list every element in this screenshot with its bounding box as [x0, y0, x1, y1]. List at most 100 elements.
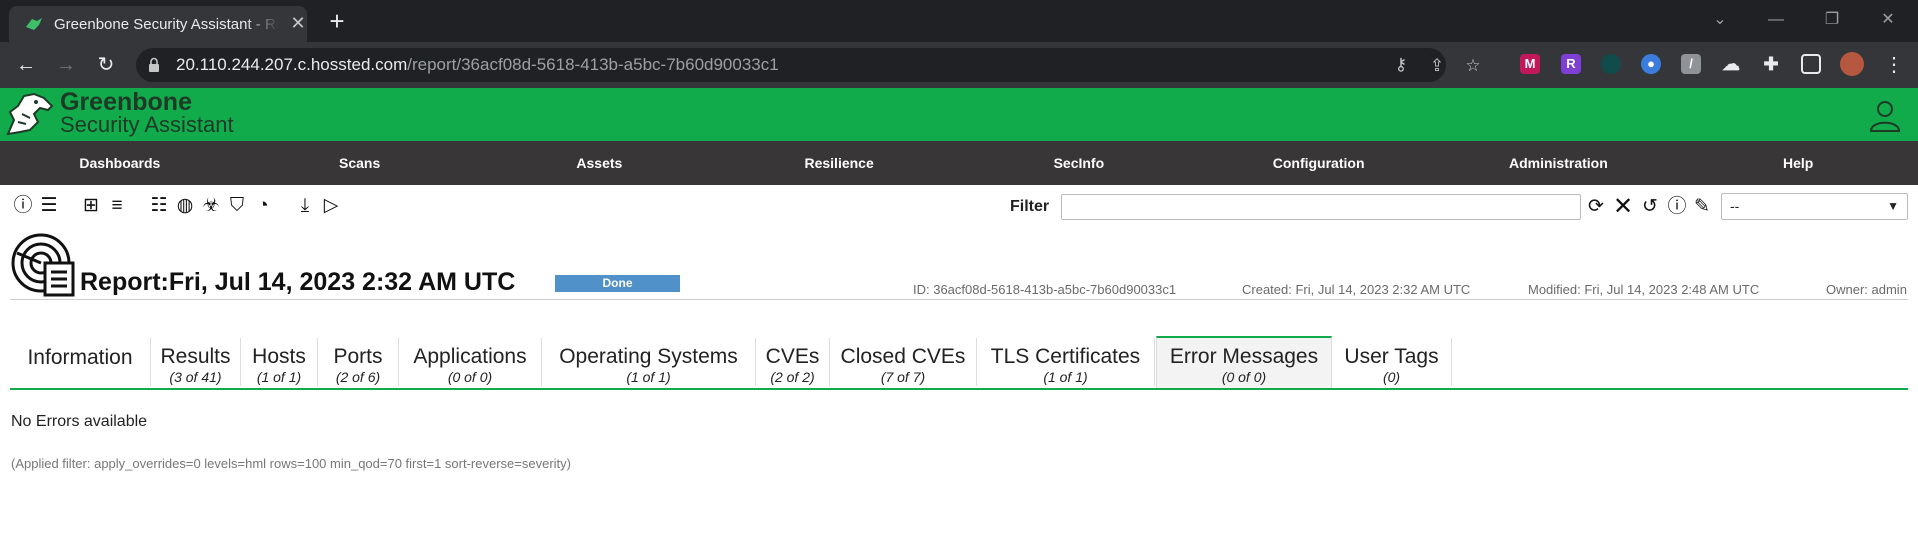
filter-input[interactable]: [1061, 194, 1581, 220]
browser-toolbar: ← → ↻ 20.110.244.207.c.hossted.com/repor…: [0, 42, 1918, 88]
back-button[interactable]: ←: [12, 51, 40, 79]
greenbone-logo-icon[interactable]: [4, 90, 56, 138]
refresh-filter-icon[interactable]: ⟳: [1584, 195, 1608, 219]
key-icon[interactable]: ⚷: [1390, 54, 1412, 76]
extensions-puzzle-icon[interactable]: ✚: [1761, 54, 1781, 74]
report-modified: Modified: Fri, Jul 14, 2023 2:48 AM UTC: [1528, 282, 1760, 297]
filter-help-icon[interactable]: ⓘ: [1665, 195, 1689, 219]
tab-label: CVEs: [765, 345, 820, 368]
nav-resilience[interactable]: Resilience: [719, 141, 959, 185]
download-icon[interactable]: ⤓: [293, 194, 317, 218]
tab-closed-cves[interactable]: Closed CVEs (7 of 7): [830, 338, 977, 386]
extension-r-icon[interactable]: R: [1561, 54, 1581, 74]
extension-gmail-icon[interactable]: M: [1520, 54, 1540, 74]
close-tab-icon[interactable]: ✕: [287, 12, 309, 34]
tab-label: Operating Systems: [559, 345, 738, 368]
minimize-button[interactable]: —: [1756, 8, 1796, 32]
tab-label: Applications: [413, 345, 527, 368]
empty-message: No Errors available: [11, 413, 148, 430]
tab-count: (1 of 1): [1043, 369, 1088, 385]
tab-hosts[interactable]: Hosts (1 of 1): [241, 338, 318, 386]
results-icon[interactable]: ◍: [173, 194, 197, 218]
close-window-button[interactable]: ✕: [1868, 8, 1908, 32]
user-icon[interactable]: [1868, 98, 1902, 132]
reload-button[interactable]: ↻: [92, 51, 120, 79]
nav-dashboards[interactable]: Dashboards: [0, 141, 240, 185]
tab-information[interactable]: Information: [10, 338, 151, 386]
tab-search-icon[interactable]: ⌄: [1700, 8, 1740, 32]
tab-count: (0 of 0): [447, 369, 493, 385]
report-id: ID: 36acf08d-5618-413b-a5bc-7b60d90033c1: [913, 282, 1177, 297]
tls-certificates-icon[interactable]: ⛉: [225, 194, 249, 218]
tab-label: Error Messages: [1169, 345, 1319, 368]
extension-tool-icon[interactable]: /: [1681, 54, 1701, 74]
tab-operating-systems[interactable]: Operating Systems (1 of 1): [542, 338, 756, 386]
reports-list-icon[interactable]: ☰: [37, 194, 61, 218]
tab-results[interactable]: Results (3 of 41): [151, 338, 241, 386]
nav-assets[interactable]: Assets: [480, 141, 720, 185]
new-tab-button[interactable]: +: [322, 6, 352, 36]
share-icon[interactable]: ⇪: [1426, 55, 1448, 77]
extension-circle-icon[interactable]: [1601, 54, 1621, 74]
report-toolbar: ⓘ ☰ ⊞ ≡ ☷ ◍ ☣ ⛉ ◔ ⤓ ▷: [11, 193, 345, 219]
tab-label: Hosts: [252, 345, 306, 368]
tab-label: Information: [27, 346, 133, 369]
vulnerabilities-icon[interactable]: ☣: [199, 194, 223, 218]
report-tabs: Information Results (3 of 41) Hosts (1 o…: [10, 336, 1908, 390]
nav-secinfo[interactable]: SecInfo: [959, 141, 1199, 185]
browser-tabbar: Greenbone Security Assistant - Report ✕ …: [0, 0, 1918, 42]
report-created: Created: Fri, Jul 14, 2023 2:32 AM UTC: [1242, 282, 1471, 297]
browser-menu-icon[interactable]: ⋮: [1880, 51, 1908, 79]
clear-filter-icon[interactable]: ✕: [1611, 195, 1635, 219]
performance-icon[interactable]: ◔: [251, 194, 275, 218]
main-navigation: Dashboards Scans Assets Resilience SecIn…: [0, 141, 1918, 185]
chevron-down-icon: ▼: [1887, 199, 1899, 213]
tab-label: TLS Certificates: [990, 345, 1141, 368]
url-text: 20.110.244.207.c.hossted.com/report/36ac…: [176, 55, 779, 74]
tab-label: Ports: [333, 345, 383, 368]
tab-cves[interactable]: CVEs (2 of 2): [756, 338, 830, 386]
extension-badge-icon[interactable]: ●: [1641, 54, 1661, 74]
help-icon[interactable]: ⓘ: [11, 194, 35, 218]
nav-configuration[interactable]: Configuration: [1199, 141, 1439, 185]
add-to-assets-icon[interactable]: ⊞: [79, 194, 103, 218]
nav-administration[interactable]: Administration: [1439, 141, 1679, 185]
lock-icon: [149, 57, 159, 72]
forward-button[interactable]: →: [52, 51, 80, 79]
browser-tab[interactable]: Greenbone Security Assistant - Report ✕: [9, 6, 307, 42]
tab-count: (0 of 0): [1221, 369, 1267, 385]
address-bar[interactable]: 20.110.244.207.c.hossted.com/report/36ac…: [136, 48, 1481, 82]
profile-avatar[interactable]: [1840, 52, 1864, 76]
tab-count: (1 of 1): [626, 369, 671, 385]
tab-label: Closed CVEs: [840, 345, 966, 368]
applied-filter-text: (Applied filter: apply_overrides=0 level…: [11, 456, 571, 471]
filter-select[interactable]: -- ▼: [1721, 193, 1908, 220]
tab-applications[interactable]: Applications (0 of 0): [399, 338, 542, 386]
tab-label: Results: [160, 345, 231, 368]
task-list-icon[interactable]: ☷: [147, 194, 171, 218]
brand-subtitle: Security Assistant: [60, 112, 234, 137]
nav-scans[interactable]: Scans: [240, 141, 480, 185]
restore-button[interactable]: ❐: [1812, 8, 1852, 32]
report-owner: Owner: admin: [1826, 282, 1907, 297]
tab-count: (1 of 1): [256, 369, 302, 385]
tab-label: User Tags: [1344, 345, 1439, 368]
browser-tab-title: Greenbone Security Assistant - Report: [54, 16, 279, 33]
tab-ports[interactable]: Ports (2 of 6): [318, 338, 399, 386]
nav-help[interactable]: Help: [1678, 141, 1918, 185]
side-panel-icon[interactable]: [1801, 54, 1821, 74]
trigger-alert-icon[interactable]: ▷: [319, 194, 343, 218]
bookmark-star-icon[interactable]: ☆: [1462, 55, 1484, 77]
tab-tls-certificates[interactable]: TLS Certificates (1 of 1): [977, 338, 1155, 386]
tab-count: (3 of 41): [169, 369, 222, 385]
remove-from-assets-icon[interactable]: ≡: [105, 194, 129, 218]
filter-label: Filter: [1010, 198, 1050, 215]
extension-cloud-icon[interactable]: ☁: [1721, 54, 1741, 74]
tab-error-messages[interactable]: Error Messages (0 of 0): [1156, 336, 1332, 388]
tab-count: (2 of 2): [770, 369, 815, 385]
tab-user-tags[interactable]: User Tags (0): [1332, 338, 1452, 386]
reset-filter-icon[interactable]: ↺: [1638, 195, 1662, 219]
edit-filter-icon[interactable]: ✎: [1690, 195, 1714, 219]
page-title: Report:Fri, Jul 14, 2023 2:32 AM UTC: [80, 268, 516, 296]
app-header: Greenbone Security Assistant: [0, 88, 1918, 141]
